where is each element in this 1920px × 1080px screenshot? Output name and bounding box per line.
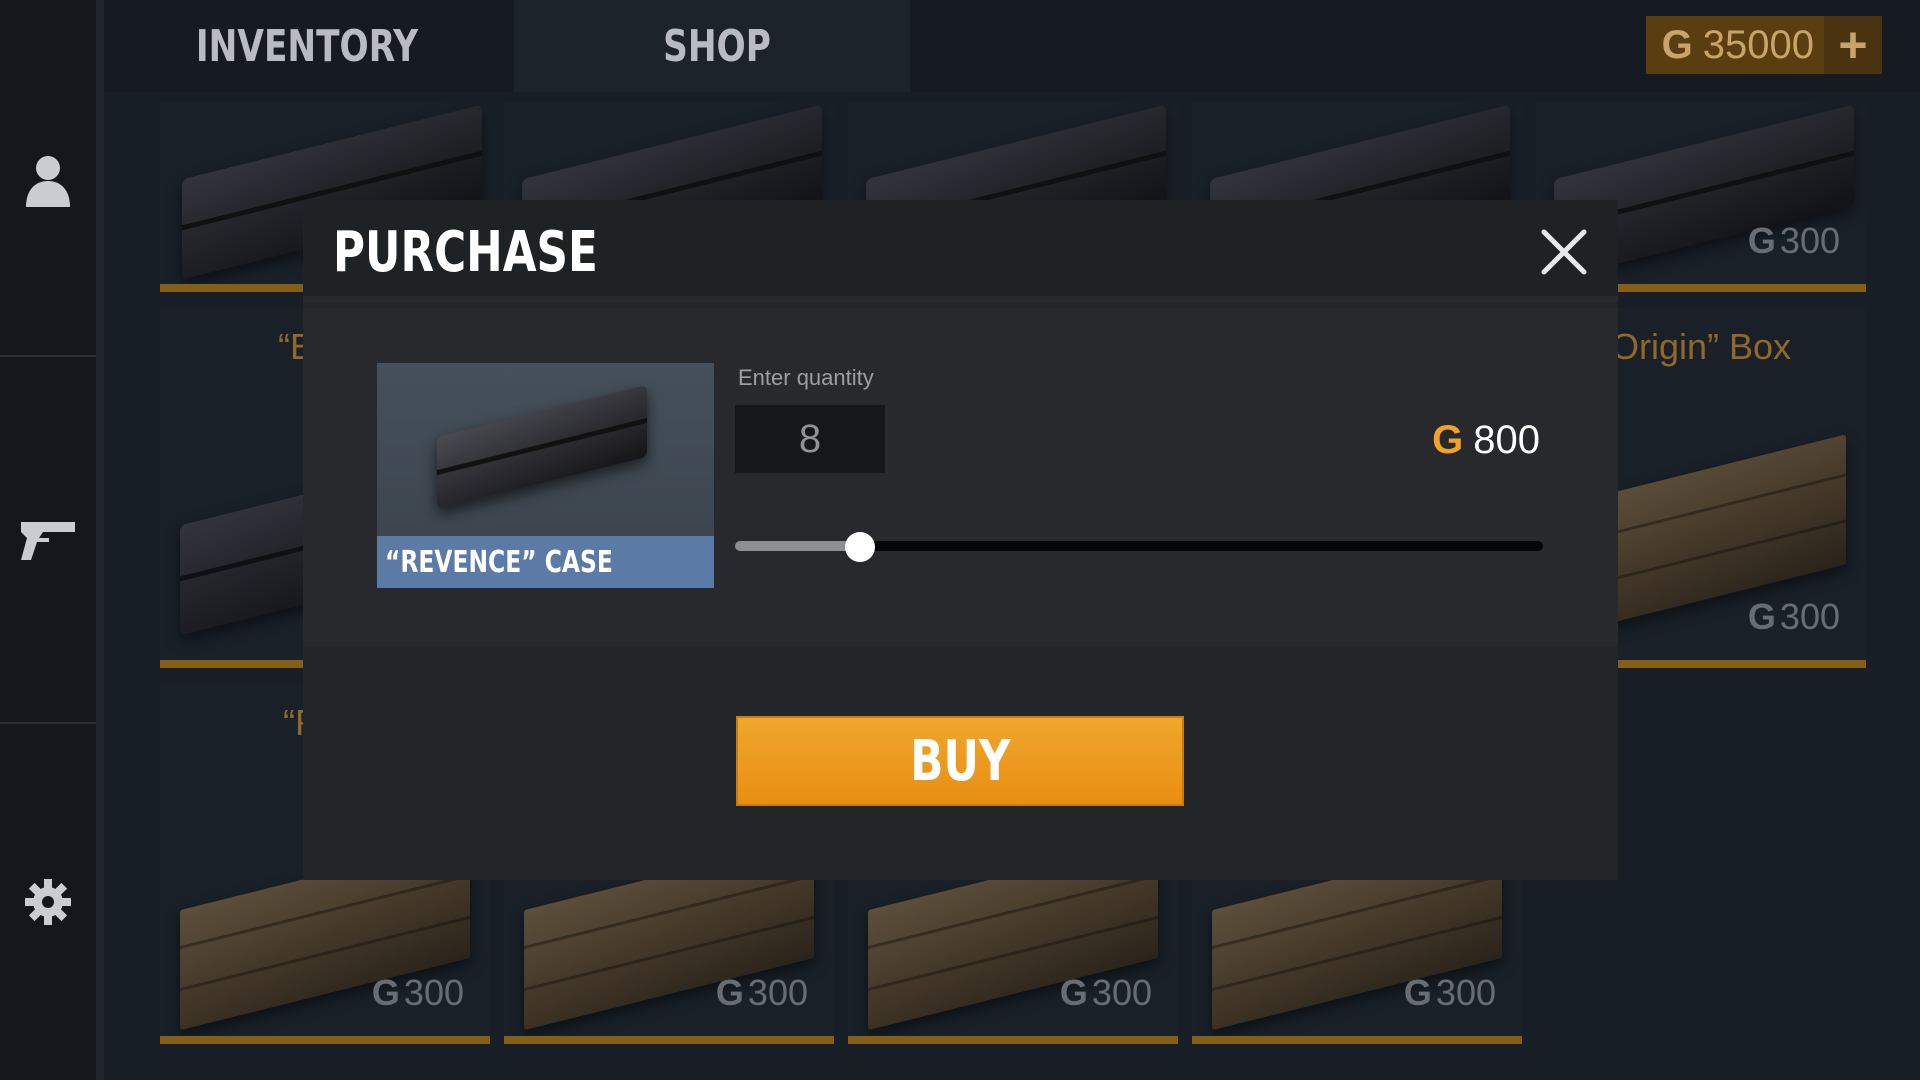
tab-shop[interactable]: SHOP	[559, 0, 876, 92]
add-currency-button[interactable]: +	[1824, 16, 1882, 74]
currency-icon: G	[1661, 22, 1693, 67]
case-image	[437, 384, 647, 510]
sidebar	[0, 0, 104, 1080]
item-name-label: “REVENCE” CASE	[377, 536, 714, 588]
buy-button-label: BUY	[909, 728, 1011, 794]
profile-icon[interactable]	[0, 140, 96, 220]
total-price: G 800	[1432, 418, 1540, 463]
slider-handle[interactable]	[845, 532, 876, 562]
top-bar: INVENTORY SHOP G 35000 +	[104, 0, 1920, 92]
total-price-value: 800	[1473, 418, 1540, 462]
currency-icon: G	[1432, 418, 1464, 462]
currency-balance-box: G 35000	[1645, 16, 1824, 74]
quantity-label: Enter quantity	[738, 365, 874, 390]
close-icon[interactable]	[1540, 228, 1588, 276]
dialog-header: PURCHASE	[303, 200, 1618, 302]
purchase-dialog: PURCHASE “REVENCE” CASE Enter quantity G…	[303, 200, 1618, 880]
sidebar-divider	[0, 722, 96, 724]
quantity-slider[interactable]	[735, 532, 1543, 562]
item-thumbnail: “REVENCE” CASE	[377, 363, 714, 588]
buy-button[interactable]: BUY	[736, 716, 1184, 806]
sidebar-divider	[0, 355, 96, 357]
tab-inventory[interactable]: INVENTORY	[148, 0, 466, 92]
gear-icon[interactable]	[0, 870, 96, 934]
quantity-input[interactable]	[735, 405, 885, 473]
currency-display: G 35000 +	[1645, 16, 1882, 74]
dialog-title: PURCHASE	[333, 220, 598, 285]
pistol-icon[interactable]	[0, 505, 96, 575]
currency-balance: 35000	[1702, 22, 1814, 67]
item-name: “REVENCE” CASE	[385, 544, 613, 580]
slider-fill	[735, 541, 861, 551]
